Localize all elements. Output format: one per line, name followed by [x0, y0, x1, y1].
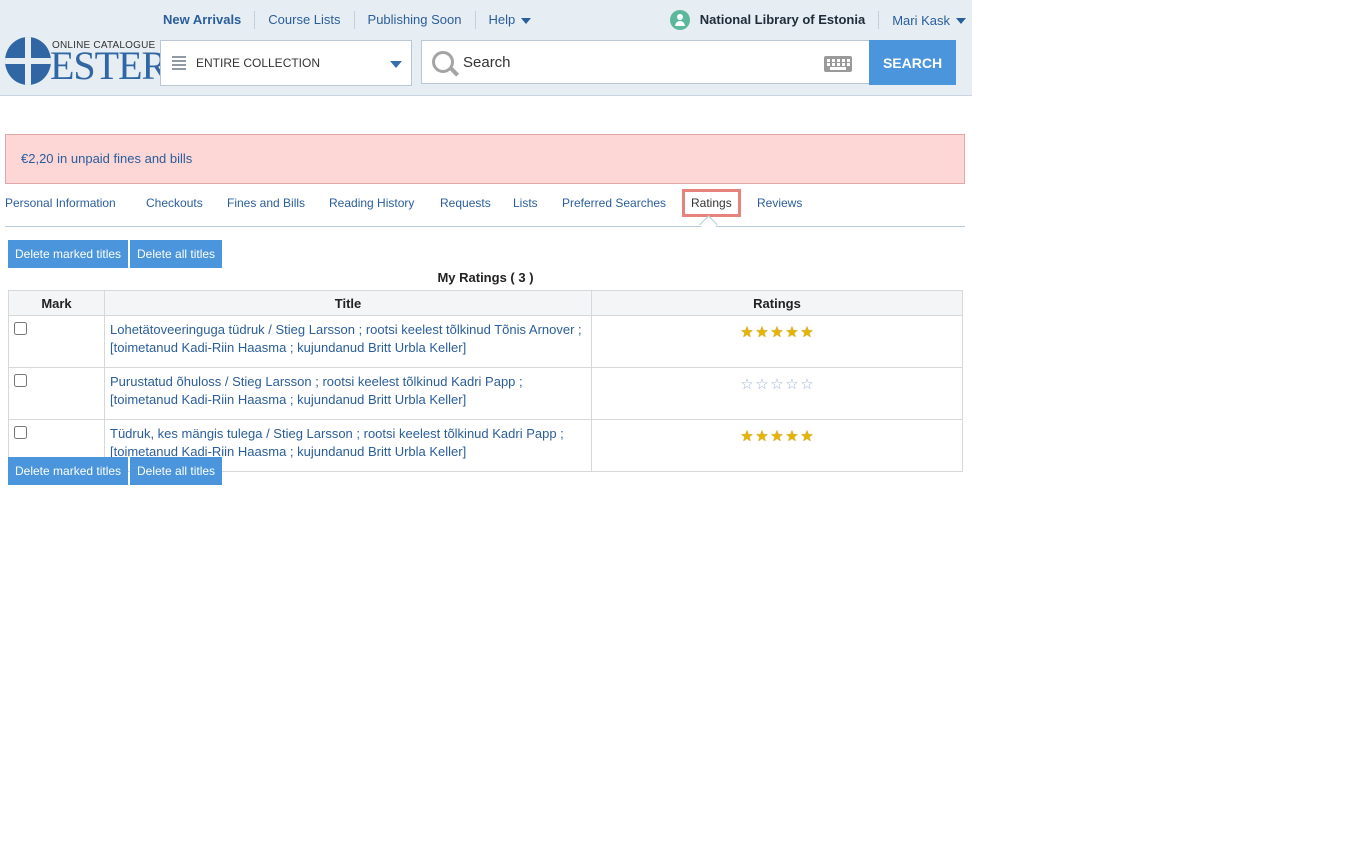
top-navigation: New Arrivals Course Lists Publishing Soo…: [150, 8, 544, 32]
delete-all-button-bottom[interactable]: Delete all titles: [130, 457, 223, 485]
tab-fines-and-bills[interactable]: Fines and Bills: [227, 189, 305, 217]
mark-checkbox[interactable]: [14, 426, 27, 439]
account-tabs: Personal Information Checkouts Fines and…: [5, 189, 965, 234]
tab-reading-history[interactable]: Reading History: [329, 189, 414, 217]
delete-marked-button[interactable]: Delete marked titles: [8, 240, 129, 268]
title-link[interactable]: Tüdruk, kes mängis tulega / Stieg Larsso…: [110, 426, 564, 459]
site-header: New Arrivals Course Lists Publishing Soo…: [0, 0, 972, 96]
search-input[interactable]: [463, 49, 813, 75]
user-menu[interactable]: Mari Kask: [879, 13, 966, 28]
title-link[interactable]: Lohetätoveeringuga tüdruk / Stieg Larsso…: [110, 322, 582, 355]
user-name: Mari Kask: [892, 12, 950, 28]
star-icon[interactable]: ★: [770, 325, 785, 340]
scope-list-icon: [172, 56, 186, 72]
tab-reviews[interactable]: Reviews: [757, 189, 802, 217]
star-icon[interactable]: ★: [800, 325, 815, 340]
search-scope-value: ENTIRE COLLECTION: [196, 56, 321, 70]
column-ratings: Ratings: [591, 290, 963, 316]
star-icon[interactable]: ☆: [785, 377, 800, 392]
star-icon[interactable]: ★: [785, 429, 800, 444]
star-icon[interactable]: ★: [785, 325, 800, 340]
title-cell: Lohetätoveeringuga tüdruk / Stieg Larsso…: [104, 315, 592, 368]
title-cell: Purustatud õhuloss / Stieg Larsson ; roo…: [104, 367, 592, 420]
star-icon[interactable]: ★: [755, 325, 770, 340]
star-icon[interactable]: ★: [755, 429, 770, 444]
star-icon[interactable]: ★: [800, 429, 815, 444]
star-icon[interactable]: ★: [740, 429, 755, 444]
column-mark: Mark: [8, 290, 105, 316]
star-rating[interactable]: ★ ★ ★ ★ ★: [740, 325, 815, 340]
ratings-caption: My Ratings ( 3 ): [437, 270, 534, 285]
table-row: Purustatud õhuloss / Stieg Larsson ; roo…: [8, 367, 963, 420]
mark-checkbox[interactable]: [14, 322, 27, 335]
library-user-icon: [669, 10, 690, 30]
keyboard-icon[interactable]: [824, 56, 852, 72]
table-row: Lohetätoveeringuga tüdruk / Stieg Larsso…: [8, 315, 963, 368]
tab-lists[interactable]: Lists: [513, 189, 538, 217]
star-icon[interactable]: ☆: [770, 377, 785, 392]
table-header-row: Mark Title Ratings: [8, 290, 963, 316]
fines-alert: €2,20 in unpaid fines and bills: [5, 134, 965, 184]
star-icon[interactable]: ★: [740, 325, 755, 340]
rating-cell: ★ ★ ★ ★ ★: [591, 315, 963, 368]
nav-course-lists[interactable]: Course Lists: [254, 11, 353, 29]
tab-ratings[interactable]: Ratings: [682, 189, 741, 217]
tab-requests[interactable]: Requests: [440, 189, 491, 217]
star-rating[interactable]: ☆ ☆ ☆ ☆ ☆: [740, 377, 815, 392]
title-link[interactable]: Purustatud õhuloss / Stieg Larsson ; roo…: [110, 374, 523, 407]
star-icon[interactable]: ☆: [755, 377, 770, 392]
tab-preferred-searches[interactable]: Preferred Searches: [562, 189, 666, 217]
nav-publishing-soon[interactable]: Publishing Soon: [353, 11, 475, 29]
tab-checkouts[interactable]: Checkouts: [146, 189, 203, 217]
search-box: [421, 40, 869, 84]
nav-new-arrivals[interactable]: New Arrivals: [150, 11, 254, 29]
account-bar: National Library of Estonia Mari Kask: [669, 8, 966, 32]
ester-logo[interactable]: ONLINE CATALOGUE ESTER: [5, 37, 168, 87]
logo-title: ESTER: [50, 43, 168, 88]
ratings-table: Mark Title Ratings Lohetätoveeringuga tü…: [8, 290, 963, 472]
rating-cell: ☆ ☆ ☆ ☆ ☆: [591, 367, 963, 420]
mark-cell: [8, 315, 105, 368]
delete-marked-button-bottom[interactable]: Delete marked titles: [8, 457, 129, 485]
star-icon[interactable]: ☆: [800, 377, 815, 392]
star-icon[interactable]: ★: [770, 429, 785, 444]
chevron-down-icon: [390, 61, 402, 68]
nav-help-label: Help: [488, 12, 516, 27]
chevron-down-icon: [521, 17, 532, 24]
search-icon: [432, 51, 454, 73]
search-button[interactable]: SEARCH: [869, 40, 956, 85]
active-tab-pointer: [699, 215, 718, 234]
search-scope-select[interactable]: ENTIRE COLLECTION: [160, 40, 412, 86]
mark-cell: [8, 367, 105, 420]
chevron-down-icon: [956, 18, 966, 25]
star-rating[interactable]: ★ ★ ★ ★ ★: [740, 429, 815, 444]
unpaid-fines-link[interactable]: €2,20 in unpaid fines and bills: [21, 135, 192, 183]
mark-checkbox[interactable]: [14, 374, 27, 387]
logo-cross-icon: [5, 37, 51, 85]
nav-help[interactable]: Help: [474, 11, 545, 29]
rating-cell: ★ ★ ★ ★ ★: [591, 419, 963, 472]
tab-personal-information[interactable]: Personal Information: [5, 189, 116, 217]
column-title: Title: [104, 290, 592, 316]
delete-all-button[interactable]: Delete all titles: [130, 240, 223, 268]
star-icon[interactable]: ☆: [740, 377, 755, 392]
library-name: National Library of Estonia: [700, 11, 880, 29]
